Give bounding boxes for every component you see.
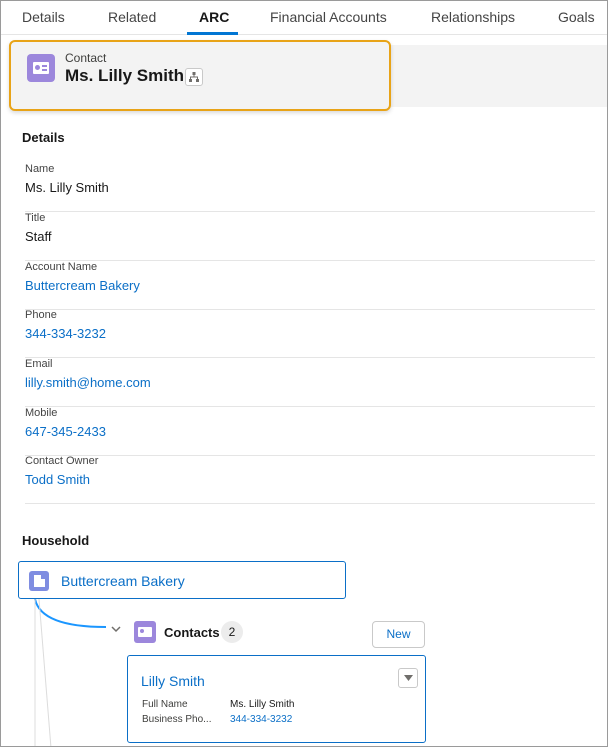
field-label: Title	[25, 212, 46, 224]
field-value: Staff	[25, 229, 52, 244]
chevron-down-icon	[404, 675, 413, 681]
field-label: Name	[25, 163, 55, 175]
contact-card-icon	[134, 621, 156, 643]
hierarchy-button[interactable]	[185, 68, 203, 86]
mobile-link[interactable]: 647-345-2433	[25, 424, 106, 439]
record-page: Details Related ARC Financial Accounts R…	[0, 0, 608, 747]
field-name: Name Ms. Lilly Smith	[25, 163, 595, 212]
chevron-down-icon[interactable]	[110, 623, 122, 635]
field-contact-owner: Contact Owner Todd Smith	[25, 455, 595, 504]
tab-related[interactable]: Related	[108, 9, 156, 25]
account-building-icon	[29, 571, 49, 591]
hierarchy-icon	[189, 72, 199, 82]
household-section-title: Household	[22, 533, 90, 548]
tab-relationships[interactable]: Relationships	[431, 9, 515, 25]
contact-field-label: Business Pho...	[142, 714, 212, 725]
new-contact-button[interactable]: New	[372, 621, 425, 648]
field-label: Mobile	[25, 407, 58, 419]
contact-field-label: Full Name	[142, 699, 188, 710]
phone-link[interactable]: 344-334-3232	[25, 326, 106, 341]
field-label: Account Name	[25, 261, 98, 273]
contact-field-value: Ms. Lilly Smith	[230, 699, 295, 710]
contacts-group-label: Contacts	[164, 625, 220, 640]
field-label: Phone	[25, 309, 57, 321]
household-account-node[interactable]: Buttercream Bakery	[18, 561, 346, 599]
record-title: Ms. Lilly Smith	[65, 66, 185, 85]
active-tab-indicator	[187, 32, 238, 35]
tab-arc[interactable]: ARC	[199, 9, 229, 25]
tab-goals[interactable]: Goals	[558, 9, 595, 25]
field-email: Email lilly.smith@home.com	[25, 358, 595, 407]
tab-details[interactable]: Details	[22, 9, 65, 25]
contact-owner-link[interactable]: Todd Smith	[25, 472, 90, 487]
field-mobile: Mobile 647-345-2433	[25, 407, 595, 456]
field-label: Contact Owner	[25, 455, 99, 467]
contact-name-link[interactable]: Lilly Smith	[141, 673, 205, 689]
details-section-title: Details	[22, 130, 65, 145]
contacts-count-badge: 2	[221, 621, 243, 643]
header-background	[391, 45, 607, 107]
field-account-name: Account Name Buttercream Bakery	[25, 261, 595, 310]
email-link[interactable]: lilly.smith@home.com	[25, 375, 151, 390]
account-name-link[interactable]: Buttercream Bakery	[25, 278, 140, 293]
record-object-type: Contact	[65, 51, 107, 65]
field-value: Ms. Lilly Smith	[25, 180, 109, 195]
field-title: Title Staff	[25, 212, 595, 261]
tab-bar: Details Related ARC Financial Accounts R…	[1, 1, 607, 35]
field-phone: Phone 344-334-3232	[25, 309, 595, 358]
household-account-link[interactable]: Buttercream Bakery	[61, 573, 185, 589]
contact-tile: Lilly Smith Full Name Ms. Lilly Smith Bu…	[127, 655, 426, 743]
field-label: Email	[25, 358, 53, 370]
contact-actions-menu[interactable]	[398, 668, 418, 688]
contact-phone-link[interactable]: 344-334-3232	[230, 714, 292, 725]
record-header: Contact Ms. Lilly Smith	[9, 40, 391, 111]
tab-financial-accounts[interactable]: Financial Accounts	[270, 9, 387, 25]
contact-card-icon	[27, 54, 55, 82]
